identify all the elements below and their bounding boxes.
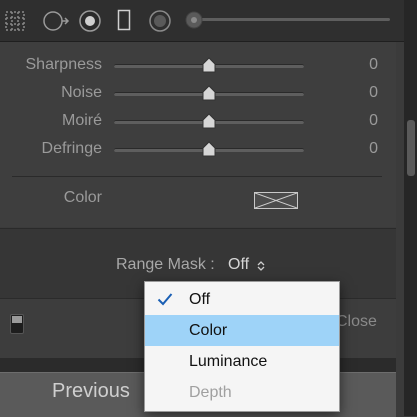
menu-item-off[interactable]: Off bbox=[145, 284, 339, 315]
menu-item-color[interactable]: Color bbox=[145, 315, 339, 346]
menu-item-luminance-label: Luminance bbox=[189, 353, 268, 370]
spot-icon[interactable] bbox=[148, 9, 172, 33]
scrollbar-thumb[interactable] bbox=[407, 120, 415, 176]
circle-arrow-icon[interactable] bbox=[42, 10, 70, 32]
noise-value[interactable]: 0 bbox=[330, 84, 378, 102]
mask-toolbar bbox=[0, 0, 404, 42]
noise-label: Noise bbox=[61, 84, 102, 101]
defringe-label: Defringe bbox=[41, 140, 102, 157]
defringe-slider-thumb[interactable] bbox=[201, 141, 217, 157]
moire-value[interactable]: 0 bbox=[330, 112, 378, 130]
menu-item-luminance[interactable]: Luminance bbox=[145, 346, 339, 377]
slider-knob-icon[interactable] bbox=[184, 10, 204, 30]
panel-toggle-switch[interactable] bbox=[10, 314, 24, 334]
range-mask-label: Range Mask : bbox=[116, 256, 215, 273]
noise-slider-thumb[interactable] bbox=[201, 85, 217, 101]
menu-item-color-label: Color bbox=[189, 322, 228, 339]
checkmark-icon bbox=[157, 292, 173, 306]
moire-slider-thumb[interactable] bbox=[201, 113, 217, 129]
radial-filter-icon[interactable] bbox=[78, 9, 102, 33]
range-mask-dropdown[interactable]: Off bbox=[228, 256, 249, 274]
panel-scrollbar[interactable] bbox=[404, 0, 417, 416]
menu-item-depth-label: Depth bbox=[189, 384, 232, 401]
previous-button-label: Previous bbox=[52, 380, 130, 402]
updown-arrows-icon[interactable] bbox=[256, 259, 266, 271]
grid-icon[interactable] bbox=[4, 10, 26, 32]
section-divider bbox=[12, 176, 382, 177]
range-mask-menu: Off Color Luminance Depth bbox=[144, 281, 340, 412]
sharpness-value[interactable]: 0 bbox=[330, 56, 378, 74]
moire-label: Moiré bbox=[61, 112, 102, 129]
defringe-value[interactable]: 0 bbox=[330, 140, 378, 158]
toolbar-slider-track[interactable] bbox=[190, 18, 390, 21]
color-swatch[interactable] bbox=[254, 192, 298, 209]
rectangle-icon[interactable] bbox=[117, 9, 131, 31]
sharpness-slider-thumb[interactable] bbox=[201, 57, 217, 73]
menu-item-depth: Depth bbox=[145, 377, 339, 408]
sharpness-label: Sharpness bbox=[25, 56, 103, 73]
menu-item-off-label: Off bbox=[189, 291, 211, 308]
close-button[interactable]: Close bbox=[336, 313, 377, 331]
color-label: Color bbox=[63, 189, 102, 206]
